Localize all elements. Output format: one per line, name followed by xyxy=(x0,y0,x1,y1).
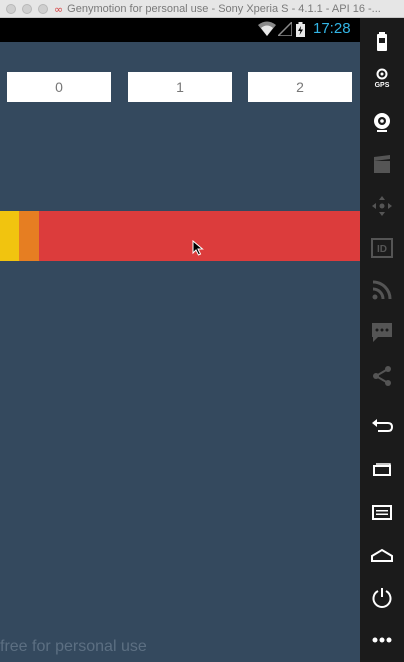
webcam-widget-button[interactable] xyxy=(368,108,396,136)
rss-icon xyxy=(372,280,392,300)
home-icon xyxy=(371,548,393,562)
window-title-area: ∞ Genymotion for personal use - Sony Xpe… xyxy=(54,0,404,18)
back-button[interactable] xyxy=(368,413,396,441)
wifi-icon xyxy=(258,21,276,36)
watermark-text: free for personal use xyxy=(0,638,147,655)
zoom-window-button[interactable] xyxy=(38,4,48,14)
more-icon xyxy=(372,637,392,643)
genymotion-logo-icon: ∞ xyxy=(54,2,64,16)
menu-icon xyxy=(372,505,392,520)
battery-widget-button[interactable] xyxy=(368,28,396,56)
network-widget-button[interactable] xyxy=(368,276,396,304)
button-2[interactable]: 2 xyxy=(248,72,352,102)
share-widget-button[interactable] xyxy=(368,362,396,390)
power-icon xyxy=(372,588,392,608)
webcam-icon xyxy=(374,113,390,132)
device-id-widget-button[interactable]: ID xyxy=(368,234,396,262)
battery-icon xyxy=(377,32,387,51)
power-button[interactable] xyxy=(368,584,396,612)
minimize-window-button[interactable] xyxy=(22,4,32,14)
svg-text:ID: ID xyxy=(377,244,387,255)
gps-label: GPS xyxy=(374,82,390,89)
share-icon xyxy=(373,366,391,386)
sms-widget-button[interactable] xyxy=(368,318,396,346)
sms-icon xyxy=(372,323,392,342)
progress-segment-orange xyxy=(19,211,39,261)
back-icon xyxy=(372,419,394,432)
capture-icon xyxy=(374,155,390,173)
dpad-icon xyxy=(372,196,392,216)
mouse-cursor-icon xyxy=(192,240,204,256)
gps-widget-button[interactable]: GPS xyxy=(368,66,396,94)
recent-apps-button[interactable] xyxy=(368,455,396,483)
window-title: Genymotion for personal use - Sony Xperi… xyxy=(67,3,381,15)
dpad-widget-button[interactable] xyxy=(368,192,396,220)
android-status-bar: 17:28 xyxy=(0,18,360,42)
button-1[interactable]: 1 xyxy=(128,72,232,102)
window-titlebar: ∞ Genymotion for personal use - Sony Xpe… xyxy=(0,0,404,18)
close-window-button[interactable] xyxy=(6,4,16,14)
status-time: 17:28 xyxy=(313,20,351,37)
menu-button[interactable] xyxy=(368,498,396,526)
emulator-screen[interactable]: 17:28 0 1 2 free for personal use xyxy=(0,18,360,662)
battery-status-icon xyxy=(296,22,305,37)
progress-bar[interactable] xyxy=(0,211,360,261)
progress-segment-yellow xyxy=(0,211,19,261)
capture-widget-button[interactable] xyxy=(368,150,396,178)
recent-apps-icon xyxy=(373,463,391,476)
more-button[interactable] xyxy=(368,626,396,654)
id-icon: ID xyxy=(371,238,393,258)
home-button[interactable] xyxy=(368,541,396,569)
button-0[interactable]: 0 xyxy=(7,72,111,102)
genymotion-toolbar: GPS ID xyxy=(360,18,404,662)
cell-signal-icon xyxy=(278,22,292,36)
